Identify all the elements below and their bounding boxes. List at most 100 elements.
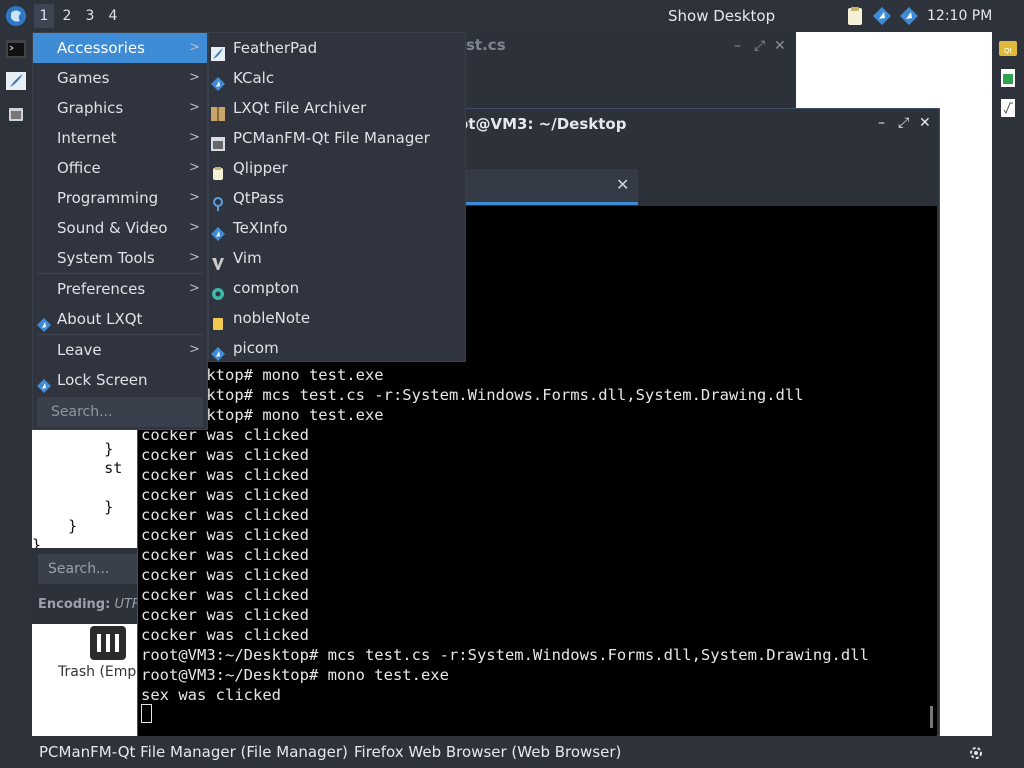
featherpad-icon[interactable] bbox=[6, 72, 26, 90]
accessories-submenu: FeatherPad KCalc LXQt File Archiver PCMa… bbox=[208, 32, 466, 362]
menu-item-leave[interactable]: Leave > bbox=[33, 335, 207, 365]
encoding-value: UTF bbox=[114, 597, 138, 612]
texinfo-icon bbox=[211, 221, 225, 241]
chevron-right-icon: > bbox=[189, 220, 200, 235]
archiver-icon bbox=[211, 101, 225, 121]
menu-item-compton[interactable]: compton bbox=[209, 273, 465, 303]
menu-item-office[interactable]: Office > bbox=[33, 153, 207, 183]
file-manager-icon bbox=[211, 131, 225, 151]
code-line: } bbox=[32, 517, 78, 535]
menu-item-games[interactable]: Games > bbox=[33, 63, 207, 93]
qtpass-icon bbox=[211, 191, 225, 211]
minimize-icon[interactable]: – bbox=[878, 115, 885, 131]
lxqt-icon bbox=[37, 312, 51, 332]
terminal-line: cocker was clicked bbox=[141, 606, 309, 624]
chevron-right-icon: > bbox=[189, 40, 200, 55]
chevron-right-icon: > bbox=[189, 342, 200, 357]
menu-item-kcalc[interactable]: KCalc bbox=[209, 63, 465, 93]
terminal-line: sex was clicked bbox=[141, 686, 281, 704]
lxqt-menu-icon[interactable] bbox=[5, 5, 27, 27]
menu-item-texinfo[interactable]: TeXInfo bbox=[209, 213, 465, 243]
menu-item-vim[interactable]: Vim bbox=[209, 243, 465, 273]
code-line: } bbox=[32, 498, 114, 516]
terminal-line: root@VM3:~/Desktop# mono test.exe bbox=[141, 666, 449, 684]
menu-item-file-archiver[interactable]: LXQt File Archiver bbox=[209, 93, 465, 123]
maximize-icon[interactable]: ⤢ bbox=[898, 115, 909, 131]
menu-item-system-tools[interactable]: System Tools > bbox=[33, 243, 207, 273]
menu-item-noblenote[interactable]: nobleNote bbox=[209, 303, 465, 333]
workspace-3[interactable]: 3 bbox=[80, 4, 100, 28]
show-desktop-button[interactable]: Show Desktop bbox=[668, 0, 775, 32]
chevron-right-icon: > bbox=[189, 281, 200, 296]
formula-icon[interactable] bbox=[998, 98, 1018, 118]
taskbar-item-firefox[interactable]: Firefox Web Browser (Web Browser) bbox=[354, 736, 621, 768]
settings-gear-icon[interactable] bbox=[967, 744, 985, 762]
menu-item-qlipper[interactable]: Qlipper bbox=[209, 153, 465, 183]
featherpad-icon bbox=[211, 41, 225, 61]
featherpad-search-bar: Search... bbox=[32, 548, 138, 590]
lxqt-tray-icon[interactable] bbox=[872, 6, 892, 26]
tab-close-icon[interactable]: ✕ bbox=[616, 175, 629, 194]
menu-search-input[interactable]: Search... bbox=[37, 397, 203, 427]
featherpad-search-input[interactable]: Search... bbox=[38, 554, 138, 584]
lxqt-icon bbox=[37, 373, 51, 393]
close-icon[interactable]: ✕ bbox=[774, 38, 786, 54]
trash-label: Trash (Emp bbox=[58, 664, 137, 680]
picom-icon bbox=[211, 341, 225, 361]
menu-item-preferences[interactable]: Preferences > bbox=[33, 274, 207, 304]
menu-item-programming[interactable]: Programming > bbox=[33, 183, 207, 213]
terminal-line: cocker was clicked bbox=[141, 486, 309, 504]
menu-item-qtpass[interactable]: QtPass bbox=[209, 183, 465, 213]
terminal-line: cocker was clicked bbox=[141, 506, 309, 524]
terminal-title: ot@VM3: ~/Desktop bbox=[458, 115, 627, 133]
top-panel: 1 2 3 4 Show Desktop 12:10 PM bbox=[0, 0, 1024, 32]
menu-item-lock-screen[interactable]: Lock Screen bbox=[33, 365, 207, 395]
left-dock bbox=[0, 32, 32, 736]
featherpad-title: st.cs bbox=[466, 36, 506, 54]
workspace-4[interactable]: 4 bbox=[103, 4, 123, 28]
terminal-line: cocker was clicked bbox=[141, 446, 309, 464]
chevron-right-icon: > bbox=[189, 100, 200, 115]
clipboard-icon[interactable] bbox=[845, 6, 865, 26]
menu-item-about-lxqt[interactable]: About LXQt bbox=[33, 304, 207, 334]
minimize-icon[interactable]: – bbox=[734, 38, 741, 54]
menu-item-graphics[interactable]: Graphics > bbox=[33, 93, 207, 123]
taskbar-item-file-manager[interactable]: PCManFM-Qt File Manager (File Manager) bbox=[39, 736, 348, 768]
terminal-line: cocker was clicked bbox=[141, 526, 309, 544]
terminal-icon[interactable] bbox=[6, 40, 26, 58]
encoding-label: Encoding: bbox=[38, 597, 111, 612]
right-dock: Qt bbox=[992, 32, 1024, 736]
close-icon[interactable]: ✕ bbox=[919, 115, 931, 131]
featherpad-editor[interactable]: } st } } } bbox=[32, 430, 138, 554]
trash-icon[interactable] bbox=[86, 624, 130, 664]
terminal-line: root@VM3:~/Desktop# mcs test.cs -r:Syste… bbox=[141, 646, 869, 664]
clock[interactable]: 12:10 PM bbox=[927, 0, 992, 32]
code-line: } bbox=[32, 440, 114, 458]
featherpad-statusbar: Encoding: UTF bbox=[32, 590, 138, 624]
terminal-line: cocker was clicked bbox=[141, 466, 309, 484]
lxqt-tray-icon[interactable] bbox=[899, 6, 919, 26]
terminal-scrollbar[interactable] bbox=[930, 706, 933, 728]
menu-item-internet[interactable]: Internet > bbox=[33, 123, 207, 153]
chevron-right-icon: > bbox=[189, 190, 200, 205]
noblenote-icon bbox=[211, 311, 225, 330]
workspace-1[interactable]: 1 bbox=[34, 4, 54, 28]
menu-item-featherpad[interactable]: FeatherPad bbox=[209, 33, 465, 63]
qt-folder-icon[interactable]: Qt bbox=[998, 38, 1018, 58]
window-icon[interactable] bbox=[6, 106, 26, 124]
menu-item-accessories[interactable]: Accessories > bbox=[33, 33, 207, 63]
menu-item-pcmanfm-qt[interactable]: PCManFM-Qt File Manager bbox=[209, 123, 465, 153]
chevron-right-icon: > bbox=[189, 70, 200, 85]
terminal-line: cocker was clicked bbox=[141, 566, 309, 584]
bottom-panel: PCManFM-Qt File Manager (File Manager) F… bbox=[0, 736, 1024, 768]
terminal-cursor bbox=[141, 704, 152, 723]
terminal-line: cocker was clicked bbox=[141, 586, 309, 604]
menu-item-picom[interactable]: picom bbox=[209, 333, 465, 363]
spreadsheet-icon[interactable] bbox=[998, 68, 1018, 88]
code-line: st bbox=[32, 459, 123, 477]
vim-icon bbox=[211, 251, 225, 270]
workspace-2[interactable]: 2 bbox=[57, 4, 77, 28]
chevron-right-icon: > bbox=[189, 130, 200, 145]
maximize-icon[interactable]: ⤢ bbox=[754, 38, 765, 54]
menu-item-sound-video[interactable]: Sound & Video > bbox=[33, 213, 207, 243]
